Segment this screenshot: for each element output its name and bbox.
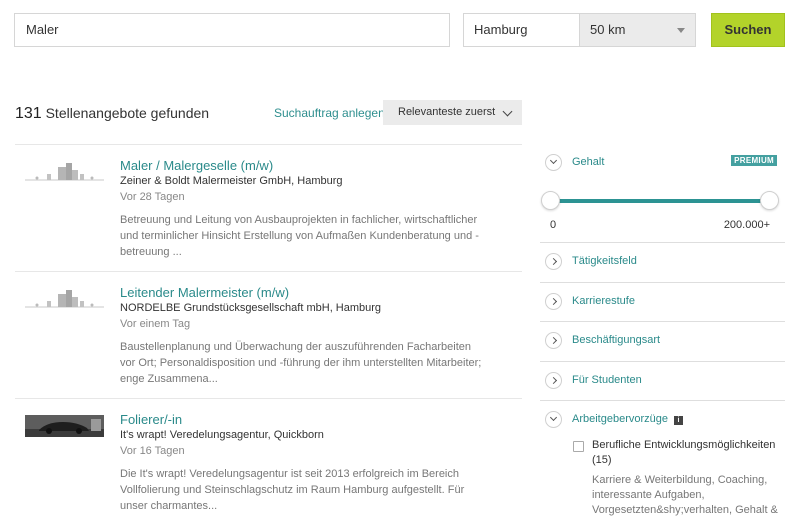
salary-slider-track[interactable]: [550, 199, 770, 203]
job-age: Vor 16 Tagen: [120, 445, 185, 457]
job-title[interactable]: Maler / Malergeselle (m/w): [120, 158, 273, 173]
filter-for-students-label: Für Studenten: [572, 373, 642, 386]
job-card[interactable]: Leitender Malermeister (m/w) NORDELBE Gr…: [15, 271, 522, 398]
job-description: Baustellenplanung und Überwachung der au…: [120, 341, 482, 385]
chevron-down-icon[interactable]: [545, 154, 562, 171]
filter-salary: Gehalt PREMIUM 0 200.000+: [540, 144, 785, 243]
salary-min-label: 0: [550, 219, 557, 231]
chevron-right-icon: [545, 253, 562, 270]
salary-slider-max-handle[interactable]: [760, 191, 779, 210]
keyword-input[interactable]: Maler: [14, 13, 450, 47]
benefit-checkbox[interactable]: [573, 441, 584, 452]
salary-slider-min-handle[interactable]: [541, 191, 560, 210]
location-input[interactable]: Hamburg: [463, 13, 580, 47]
chevron-down-icon: [502, 106, 513, 117]
radius-select[interactable]: 50 km: [579, 13, 696, 47]
job-company: Zeiner & Boldt Malermeister GmbH, Hambur…: [120, 175, 343, 187]
filter-employment-type-label: Beschäftigungsart: [572, 334, 661, 346]
job-company: It's wrapt! Veredelungsagentur, Quickbor…: [120, 429, 324, 441]
result-count: 131 Stellenangebote gefunden: [15, 105, 209, 123]
company-logo: [25, 163, 104, 181]
chevron-right-icon: [545, 332, 562, 349]
job-description: Die It's wrapt! Veredelungsagentur ist s…: [120, 468, 465, 512]
filter-activity-field[interactable]: Tätigkeitsfeld: [540, 243, 785, 283]
job-age: Vor 28 Tagen: [120, 191, 185, 203]
filter-for-students[interactable]: Für Studenten: [540, 362, 785, 401]
job-title[interactable]: Leitender Malermeister (m/w): [120, 285, 289, 300]
filter-employer-benefits: Arbeitgebervorzüge i: [540, 401, 785, 517]
radius-value: 50 km: [590, 22, 626, 37]
filter-employer-benefits-label[interactable]: Arbeitgebervorzüge i: [572, 413, 684, 425]
company-logo: [25, 290, 104, 308]
filter-salary-label[interactable]: Gehalt: [572, 156, 604, 168]
filter-career-level-label: Karrierestufe: [572, 294, 635, 307]
job-card[interactable]: Maler / Malergeselle (m/w) Zeiner & Bold…: [15, 144, 522, 271]
result-count-label: Stellenangebote gefunden: [45, 105, 210, 121]
job-description: Betreuung und Leitung von Ausbauprojekte…: [120, 214, 479, 258]
chevron-down-icon[interactable]: [545, 411, 562, 428]
job-card[interactable]: Folierer/-in It's wrapt! Veredelungsagen…: [15, 398, 522, 517]
job-list: Maler / Malergeselle (m/w) Zeiner & Bold…: [15, 144, 522, 517]
sort-value: Relevanteste zuerst: [398, 106, 496, 118]
info-icon[interactable]: i: [674, 416, 684, 425]
search-button[interactable]: Suchen: [711, 13, 785, 47]
filter-career-level[interactable]: Karrierestufe: [540, 283, 785, 322]
caret-down-icon: [677, 28, 685, 33]
filter-employment-type[interactable]: Beschäftigungsart: [540, 322, 785, 362]
sort-select[interactable]: Relevanteste zuerst: [383, 100, 522, 125]
filter-employer-benefits-text: Arbeitgebervorzüge: [572, 413, 669, 425]
job-title[interactable]: Folierer/-in: [120, 412, 182, 427]
premium-badge: PREMIUM: [731, 155, 777, 166]
job-company: NORDELBE Grundstücksgesellschaft mbH, Ha…: [120, 302, 382, 314]
job-age: Vor einem Tag: [120, 318, 191, 330]
company-logo: [25, 415, 104, 437]
chevron-right-icon: [545, 292, 562, 310]
result-count-number: 131: [15, 105, 42, 122]
save-search-link[interactable]: Suchauftrag anlegen: [274, 106, 385, 120]
salary-max-label: 200.000+: [723, 219, 770, 231]
filter-activity-field-label: Tätigkeitsfeld: [572, 255, 637, 267]
chevron-right-icon: [545, 371, 562, 389]
filter-panel: Gehalt PREMIUM 0 200.000+ Tätigkeitsfeld…: [540, 144, 785, 517]
